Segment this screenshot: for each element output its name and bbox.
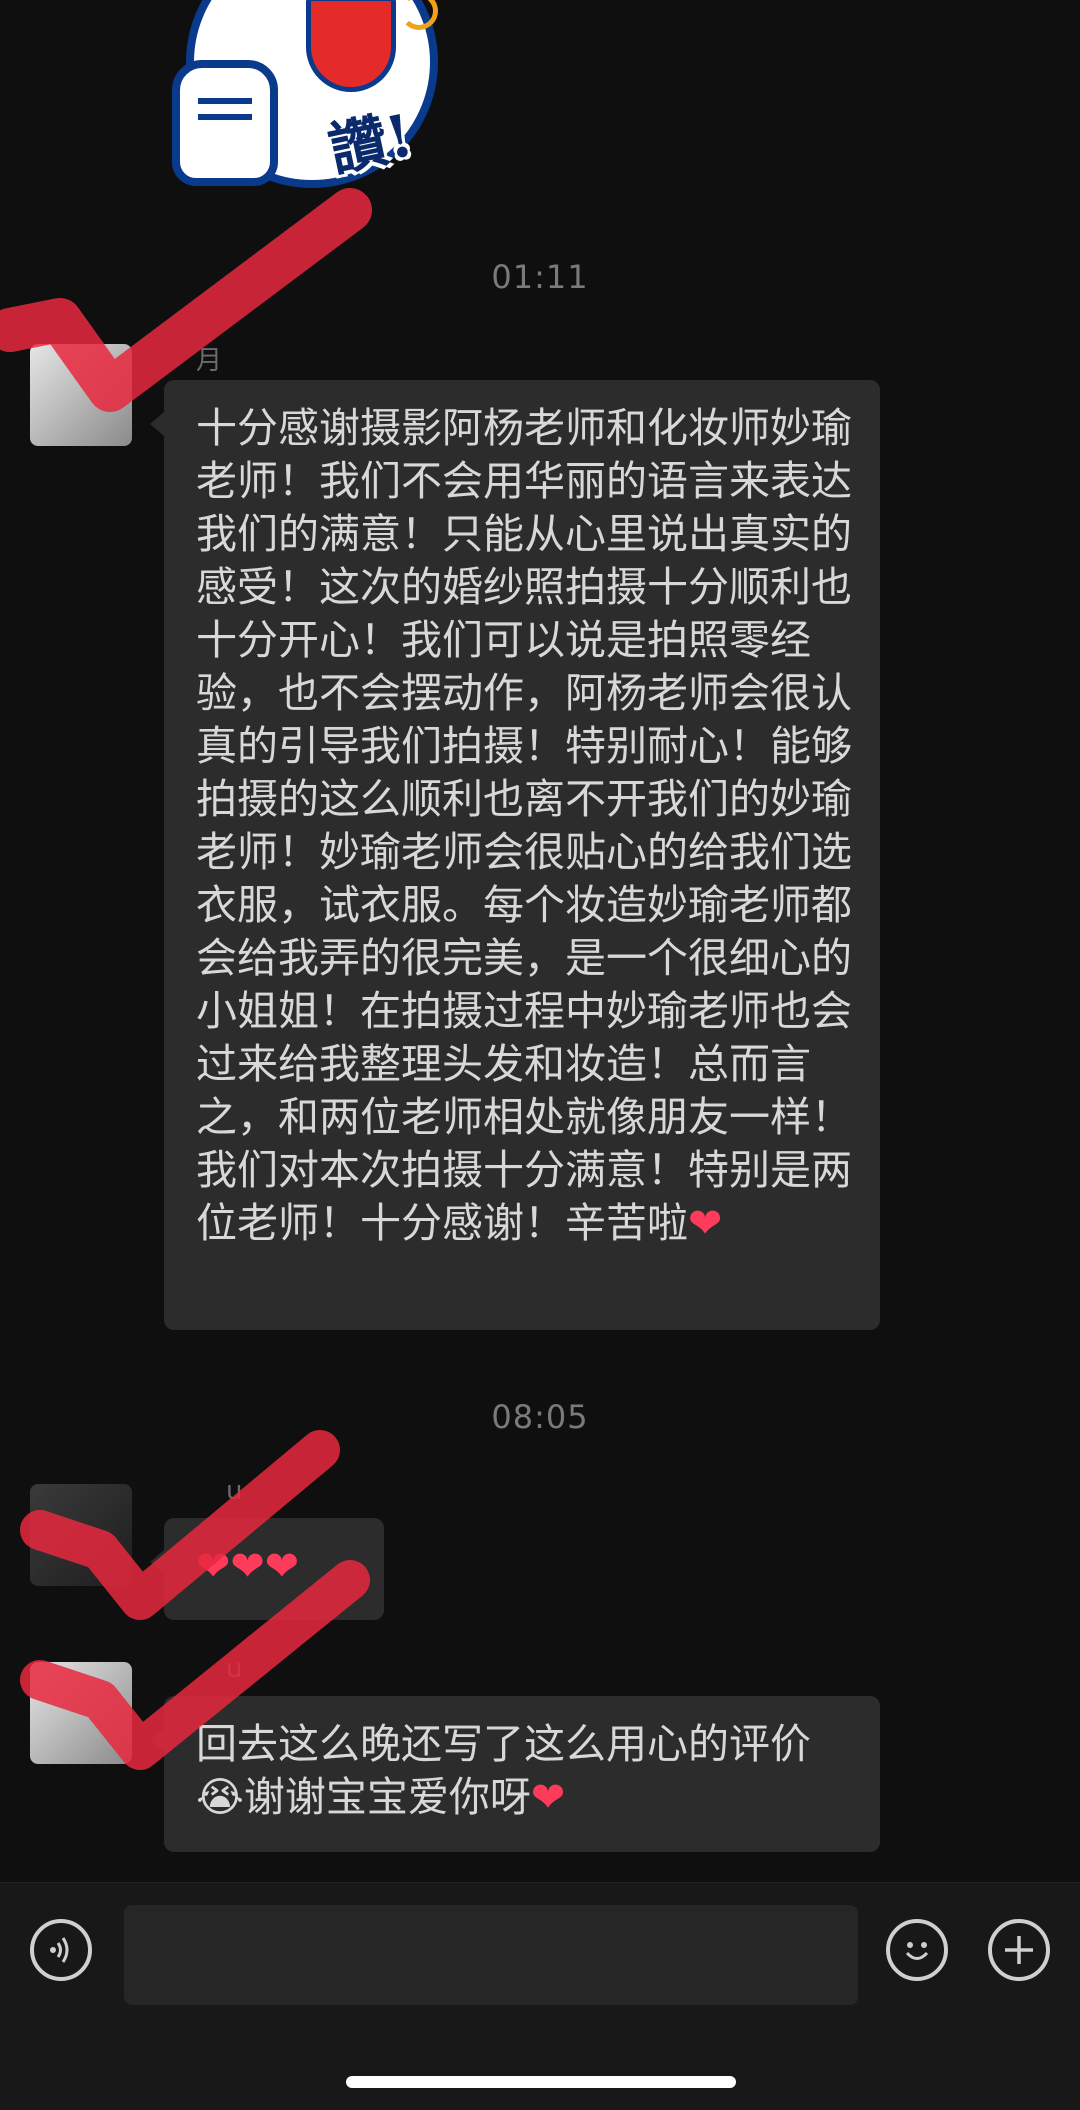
thumbs-up-sticker[interactable]: 讚! xyxy=(172,0,442,200)
message-bubble[interactable]: 回去这么晚还写了这么用心的评价 😭谢谢宝宝爱你呀❤ xyxy=(150,1696,880,1852)
avatar[interactable] xyxy=(30,1662,132,1764)
timestamp: 08:05 xyxy=(491,1398,589,1436)
avatar[interactable] xyxy=(30,1484,132,1586)
hearts-emoji: ❤❤❤ xyxy=(196,1542,300,1590)
smiley-face-icon xyxy=(905,1942,929,1960)
voice-icon[interactable] xyxy=(30,1919,92,1981)
message-bubble[interactable]: 十分感谢摄影阿杨老师和化妆师妙瑜老师！我们不会用华丽的语言来表达我们的满意！只能… xyxy=(150,380,880,1330)
crying-emoji: 😭 xyxy=(196,1773,244,1821)
plus-sign-icon xyxy=(1005,1936,1033,1964)
sender-name: u xyxy=(226,1476,243,1506)
message-input[interactable] xyxy=(124,1905,858,2005)
heart-emoji: ❤ xyxy=(530,1773,566,1821)
voice-wave-icon xyxy=(50,1937,69,1963)
avatar[interactable] xyxy=(30,344,132,446)
sender-name: 月 xyxy=(196,346,223,376)
timestamp: 01:11 xyxy=(491,258,589,296)
smiley-icon[interactable] xyxy=(886,1919,948,1981)
message-text-line: 回去这么晚还写了这么用心的评价 xyxy=(196,1720,811,1768)
thumbs-up-icon xyxy=(172,60,278,186)
message-bubble[interactable]: ❤❤❤ xyxy=(150,1518,384,1620)
heart-emoji: ❤ xyxy=(688,1199,723,1247)
sticker-text: 讚! xyxy=(322,100,419,185)
message-text: 十分感谢摄影阿杨老师和化妆师妙瑜老师！我们不会用华丽的语言来表达我们的满意！只能… xyxy=(196,404,852,1247)
message-text-line: 谢谢宝宝爱你呀 xyxy=(243,1773,531,1821)
chat-screen: 讚! 01:11 月 十分感谢摄影阿杨老师和化妆师妙瑜老师！我们不会用华丽的语言… xyxy=(0,0,1080,2110)
plus-icon[interactable] xyxy=(988,1919,1050,1981)
home-indicator[interactable] xyxy=(346,2076,736,2088)
sender-name: u xyxy=(226,1654,243,1684)
